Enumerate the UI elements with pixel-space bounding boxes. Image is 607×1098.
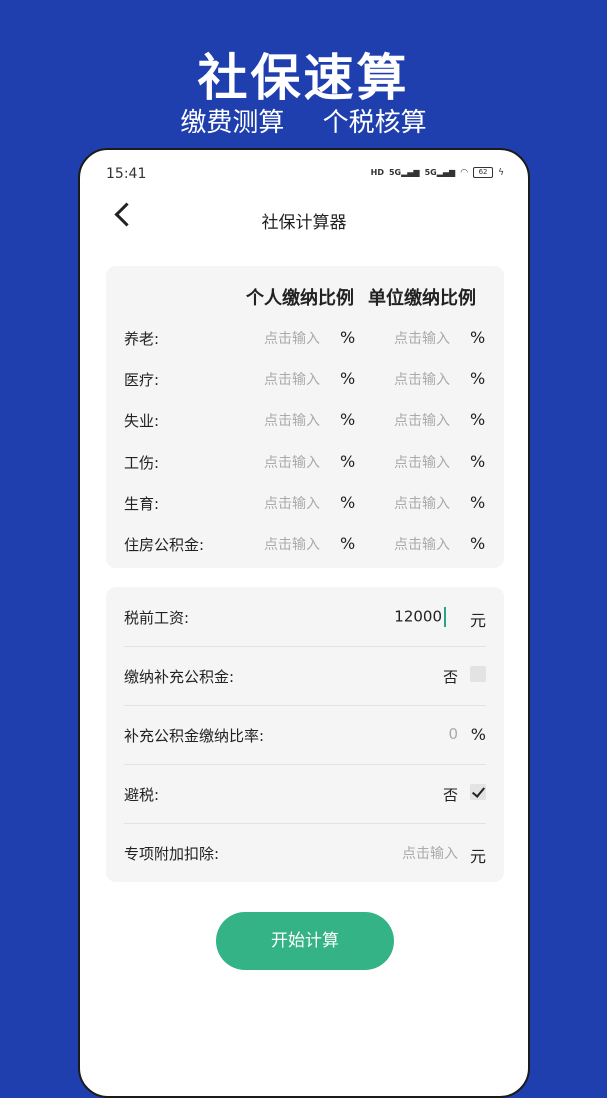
company-ratio-input[interactable]: 点击输入 xyxy=(394,452,450,472)
personal-ratio-unit: % xyxy=(340,492,356,512)
text-cursor xyxy=(444,607,446,627)
phone-screen: 15:41 HD 5G▂▄▆ 5G▂▄▆ ◠ 62 ϟ 社保计算器 个人缴纳比例… xyxy=(78,148,530,1098)
personal-ratio-input[interactable]: 点击输入 xyxy=(264,369,320,389)
personal-ratio-unit: % xyxy=(340,534,356,553)
supp-rate-row: 补充公积金缴纳比率: 0 % xyxy=(106,705,504,764)
battery-icon: 62 xyxy=(473,167,494,178)
salary-label: 税前工资: xyxy=(124,609,190,627)
company-ratio-unit: % xyxy=(470,451,486,471)
wifi-icon: ◠ xyxy=(460,167,469,178)
signal-icon-2: 5G▂▄▆ xyxy=(424,168,456,177)
deduction-row: 专项附加扣除: 点击输入 元 xyxy=(106,823,504,882)
banner-sub-1: 缴费测算 xyxy=(180,108,285,138)
company-ratio-unit: % xyxy=(470,534,486,553)
personal-ratio-unit: % xyxy=(340,410,356,430)
supp-rate-input[interactable]: 0 xyxy=(448,725,458,743)
company-ratio-input[interactable]: 点击输入 xyxy=(394,534,450,554)
salary-row: 税前工资: 12000 元 xyxy=(106,587,504,646)
banner-sub-2: 个税核算 xyxy=(322,108,427,138)
salary-form-card: 税前工资: 12000 元 缴纳补充公积金: 否 补充公积金缴纳比率: 0 % … xyxy=(106,587,504,882)
ratio-row-label: 养老: xyxy=(124,330,160,348)
personal-ratio-unit: % xyxy=(340,451,356,471)
personal-ratio-input[interactable]: 点击输入 xyxy=(264,452,320,472)
check-icon xyxy=(471,784,486,798)
company-ratio-unit: % xyxy=(470,369,486,389)
personal-ratio-input[interactable]: 点击输入 xyxy=(264,493,320,513)
tax-avoid-label: 避税: xyxy=(124,786,160,804)
ratio-row-label: 工伤: xyxy=(124,453,160,472)
hd-icon: HD xyxy=(370,168,384,177)
supp-fund-label: 缴纳补充公积金: xyxy=(124,668,235,686)
status-icons: HD 5G▂▄▆ 5G▂▄▆ ◠ 62 ϟ xyxy=(371,167,504,178)
supp-fund-value: 否 xyxy=(442,668,458,686)
start-calculate-button[interactable]: 开始计算 xyxy=(216,912,394,970)
header-company-ratio: 单位缴纳比例 xyxy=(368,288,476,309)
deduction-label: 专项附加扣除: xyxy=(124,845,220,863)
tax-avoid-value: 否 xyxy=(442,786,458,804)
supp-fund-row: 缴纳补充公积金: 否 xyxy=(106,646,504,705)
ratio-row: 医疗: 点击输入% 点击输入% xyxy=(106,364,504,394)
company-ratio-input[interactable]: 点击输入 xyxy=(394,410,450,430)
company-ratio-input[interactable]: 点击输入 xyxy=(394,493,450,513)
company-ratio-unit: % xyxy=(470,492,486,512)
ratio-row-label: 住房公积金: xyxy=(124,536,205,554)
personal-ratio-unit: % xyxy=(340,328,356,347)
personal-ratio-input[interactable]: 点击输入 xyxy=(264,410,320,430)
ratio-row: 工伤: 点击输入% 点击输入% xyxy=(106,447,504,477)
ratio-card: 个人缴纳比例 单位缴纳比例 养老: 点击输入% 点击输入% 医疗: 点击输入% 点击输入%… xyxy=(106,266,504,568)
ratio-row: 住房公积金: 点击输入% 点击输入% xyxy=(106,529,504,559)
signal-icon-1: 5G▂▄▆ xyxy=(388,168,420,177)
ratio-row: 养老: 点击输入% 点击输入% xyxy=(106,323,504,353)
salary-input[interactable]: 12000 xyxy=(394,607,446,627)
ratio-row-label: 失业: xyxy=(124,412,160,431)
nav-bar: 社保计算器 xyxy=(80,200,528,240)
supp-fund-checkbox[interactable] xyxy=(470,666,486,682)
ratio-row-label: 生育: xyxy=(124,494,160,513)
ratio-row-label: 医疗: xyxy=(124,371,160,390)
company-ratio-input[interactable]: 点击输入 xyxy=(394,328,450,348)
personal-ratio-unit: % xyxy=(340,369,356,389)
charging-icon: ϟ xyxy=(498,167,504,178)
app-banner-subtitle: 缴费测算 个税核算 xyxy=(0,102,607,139)
company-ratio-unit: % xyxy=(470,410,486,430)
app-banner-title: 社保速算 xyxy=(197,49,410,107)
ratio-row: 失业: 点击输入% 点击输入% xyxy=(106,405,504,435)
company-ratio-unit: % xyxy=(470,328,486,347)
personal-ratio-input[interactable]: 点击输入 xyxy=(264,328,320,348)
tax-avoid-row: 避税: 否 xyxy=(106,764,504,823)
supp-rate-label: 补充公积金缴纳比率: xyxy=(124,727,265,745)
status-bar: 15:41 HD 5G▂▄▆ 5G▂▄▆ ◠ 62 ϟ xyxy=(106,166,504,186)
company-ratio-input[interactable]: 点击输入 xyxy=(394,369,450,389)
tax-avoid-checkbox[interactable] xyxy=(470,784,486,800)
supp-rate-unit: % xyxy=(470,725,486,744)
personal-ratio-input[interactable]: 点击输入 xyxy=(264,534,320,554)
header-personal-ratio: 个人缴纳比例 xyxy=(246,288,354,309)
ratio-row: 生育: 点击输入% 点击输入% xyxy=(106,488,504,518)
status-time: 15:41 xyxy=(106,166,147,182)
deduction-unit: 元 xyxy=(469,847,486,866)
deduction-input[interactable]: 点击输入 xyxy=(402,843,458,863)
salary-unit: 元 xyxy=(469,611,486,630)
page-title: 社保计算器 xyxy=(261,213,347,233)
